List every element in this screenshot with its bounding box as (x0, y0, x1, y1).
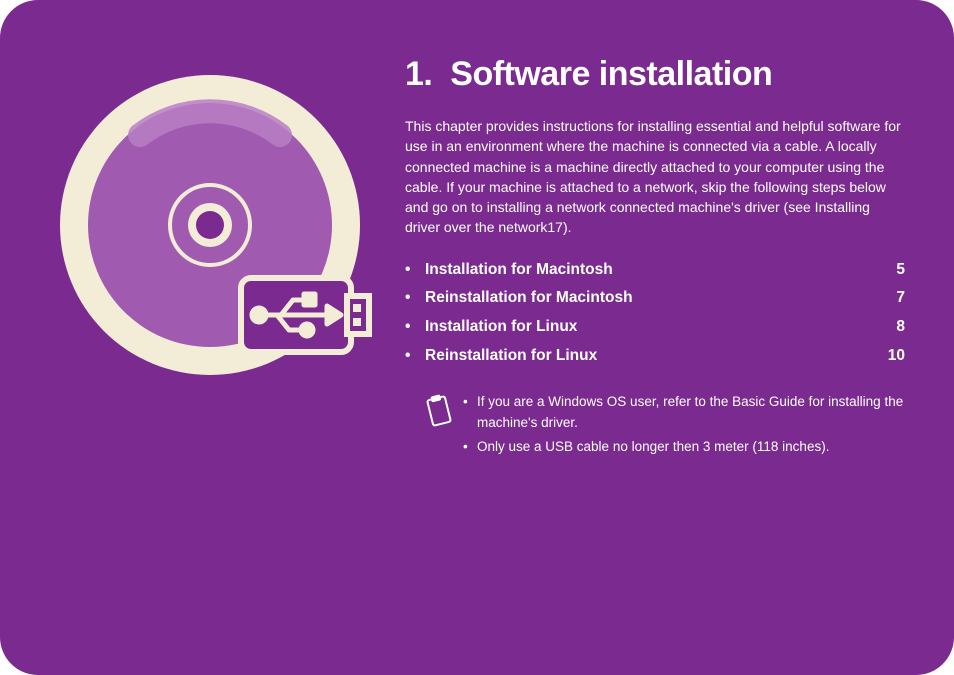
bullet-icon: • (463, 392, 477, 433)
note-text: Only use a USB cable no longer then 3 me… (477, 437, 905, 457)
toc-label: Reinstallation for Macintosh (425, 284, 886, 313)
toc-page: 7 (886, 284, 905, 313)
table-of-contents: • Installation for Macintosh 5 • Reinsta… (405, 256, 905, 371)
chapter-name: Software installation (450, 55, 772, 93)
intro-paragraph: This chapter provides instructions for i… (405, 116, 905, 238)
toc-page: 10 (878, 342, 905, 371)
bullet-icon: • (405, 342, 425, 371)
bullet-icon: • (405, 313, 425, 342)
note-list: • If you are a Windows OS user, refer to… (463, 392, 905, 461)
toc-page: 5 (886, 256, 905, 285)
bullet-icon: • (405, 256, 425, 285)
toc-label: Reinstallation for Linux (425, 342, 878, 371)
toc-item[interactable]: • Reinstallation for Macintosh 7 (405, 284, 905, 313)
toc-item[interactable]: • Installation for Linux 8 (405, 313, 905, 342)
bullet-icon: • (463, 437, 477, 457)
note-text: If you are a Windows OS user, refer to t… (477, 392, 905, 433)
toc-label: Installation for Macintosh (425, 256, 886, 285)
note-item: • Only use a USB cable no longer then 3 … (463, 437, 905, 457)
chapter-title: 1. Software installation (405, 55, 905, 94)
toc-label: Installation for Linux (425, 313, 886, 342)
bullet-icon: • (405, 284, 425, 313)
chapter-number: 1. (405, 55, 432, 93)
content-column: 1. Software installation This chapter pr… (405, 55, 905, 461)
cd-usb-illustration (45, 60, 375, 390)
toc-item[interactable]: • Reinstallation for Linux 10 (405, 342, 905, 371)
document-page: 1. Software installation This chapter pr… (0, 0, 954, 675)
note-item: • If you are a Windows OS user, refer to… (463, 392, 905, 433)
note-block: • If you are a Windows OS user, refer to… (425, 392, 905, 461)
toc-item[interactable]: • Installation for Macintosh 5 (405, 256, 905, 285)
clipboard-icon (425, 394, 453, 428)
toc-page: 8 (886, 313, 905, 342)
